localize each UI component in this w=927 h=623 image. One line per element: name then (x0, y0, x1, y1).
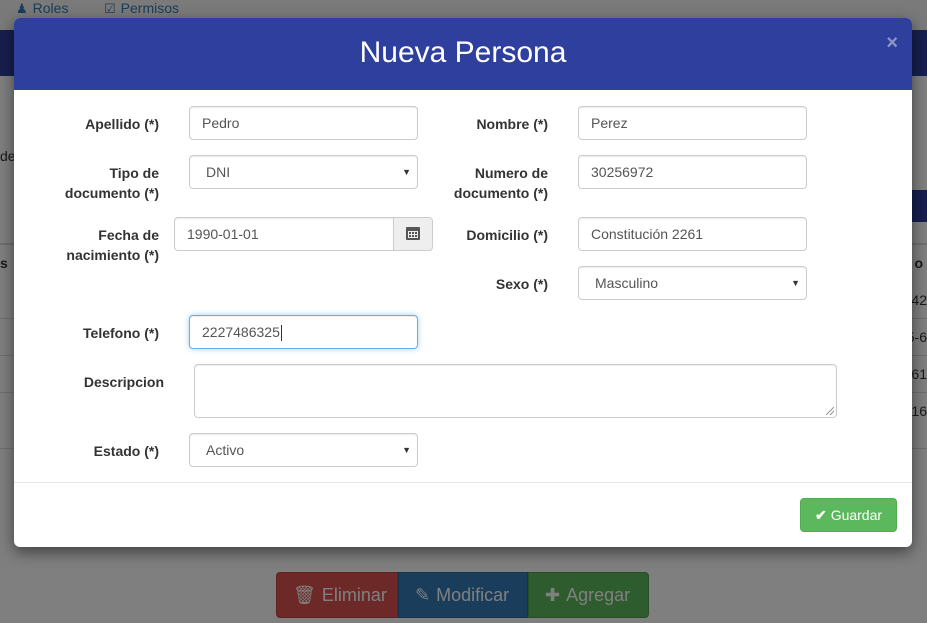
nombre-input[interactable]: Perez (578, 106, 807, 140)
caret-down-icon: ▼ (791, 278, 800, 288)
nombre-label: Nombre (*) (476, 116, 548, 132)
apellido-input[interactable]: Pedro (189, 106, 418, 140)
estado-select[interactable]: Activo ▼ (189, 433, 418, 467)
nueva-persona-modal: Nueva Persona × Apellido (*) Pedro Nombr… (14, 18, 912, 547)
calendar-button[interactable] (393, 217, 433, 251)
tipo-documento-label-line1: Tipo de (109, 165, 159, 181)
estado-label: Estado (*) (93, 443, 159, 459)
tipo-documento-label: Tipo de documento (*) (44, 163, 159, 203)
check-icon: ✔ (814, 506, 827, 523)
domicilio-label: Domicilio (*) (466, 227, 548, 243)
tipo-documento-select[interactable]: DNI ▼ (189, 155, 418, 189)
calendar-icon (406, 227, 420, 240)
telefono-input[interactable]: 2227486325 (189, 315, 418, 349)
estado-value: Activo (206, 442, 245, 458)
telefono-label: Telefono (*) (83, 325, 159, 341)
telefono-value: 2227486325 (202, 324, 280, 340)
guardar-label: Guardar (830, 507, 883, 523)
modal-footer-divider (14, 482, 912, 483)
fecha-nacimiento-label-line1: Fecha de (98, 227, 159, 243)
numero-documento-input[interactable]: 30256972 (578, 155, 807, 189)
descripcion-textarea[interactable] (194, 364, 837, 418)
numero-documento-label: Numero de documento (*) (434, 163, 548, 203)
modal-title: Nueva Persona (359, 36, 567, 69)
fecha-nacimiento-label: Fecha de nacimiento (*) (44, 225, 159, 265)
resize-handle[interactable] (826, 407, 834, 415)
apellido-label: Apellido (*) (85, 116, 159, 132)
guardar-button[interactable]: ✔ Guardar (800, 498, 897, 532)
modal-header: Nueva Persona × (14, 18, 912, 90)
caret-down-icon: ▼ (402, 167, 411, 177)
domicilio-input[interactable]: Constitución 2261 (578, 217, 807, 251)
numero-documento-label-line2: documento (*) (453, 185, 548, 201)
close-icon[interactable]: × (886, 32, 898, 55)
numero-documento-label-line1: Numero de (474, 165, 548, 181)
caret-down-icon: ▼ (402, 445, 411, 455)
fecha-nacimiento-input[interactable]: 1990-01-01 (174, 217, 394, 251)
fecha-nacimiento-label-line2: nacimiento (*) (66, 247, 159, 263)
sexo-value: Masculino (595, 275, 659, 291)
sexo-label: Sexo (*) (495, 276, 548, 292)
text-cursor (280, 325, 282, 342)
tipo-documento-label-line2: documento (*) (64, 185, 159, 201)
descripcion-label: Descripcion (83, 374, 164, 390)
tipo-documento-value: DNI (206, 164, 231, 180)
sexo-select[interactable]: Masculino ▼ (578, 266, 807, 300)
